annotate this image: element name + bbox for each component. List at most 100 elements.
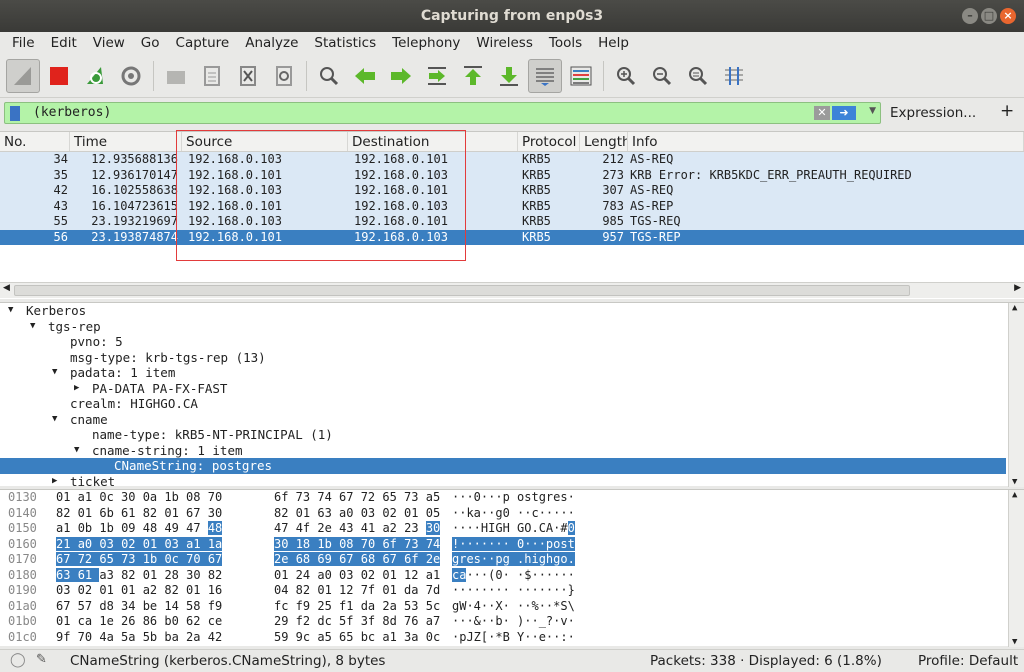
hex-ascii[interactable]: ···0···p ostgres· <box>452 490 575 506</box>
detail-tree-item[interactable]: ▼ Kerberos <box>0 303 1006 319</box>
expression-button[interactable]: Expression... <box>890 105 976 121</box>
bookmark-icon[interactable] <box>10 106 20 121</box>
hex-ascii[interactable]: ··ka··g0 ··c····· <box>452 506 575 522</box>
scroll-left-icon[interactable]: ◀ <box>3 283 10 293</box>
packet-row[interactable]: 35 12.936170147 192.168.0.101 192.168.0.103… <box>0 167 1024 183</box>
detail-tree-item[interactable]: ▼ padata: 1 item <box>0 365 1006 381</box>
hex-bytes[interactable]: 29 f2 dc 5f 3f 8d 76 a7 <box>274 614 440 630</box>
column-info[interactable]: Info <box>628 132 1024 151</box>
go-last-packet-icon[interactable] <box>492 59 526 93</box>
find-packet-icon[interactable] <box>312 59 346 93</box>
hex-bytes[interactable]: 04 82 01 12 7f 01 da 7d <box>274 583 440 599</box>
hex-bytes[interactable]: fc f9 25 f1 da 2a 53 5c <box>274 599 440 615</box>
hex-ascii[interactable]: gres··pg .highgo. <box>452 552 575 568</box>
clear-filter-icon[interactable]: ✕ <box>814 106 830 120</box>
auto-scroll-icon[interactable] <box>528 58 562 93</box>
packet-row[interactable]: 55 23.193219697 192.168.0.103 192.168.0.101… <box>0 214 1024 230</box>
detail-tree-item[interactable]: name-type: kRB5-NT-PRINCIPAL (1) <box>0 427 1006 443</box>
scroll-down-icon[interactable]: ▼ <box>1012 477 1017 487</box>
maximize-icon[interactable]: □ <box>981 8 997 24</box>
hex-ascii[interactable]: !······· 0···post <box>452 536 575 553</box>
hex-ascii[interactable]: gW·4··X· ··%··*S\ <box>452 599 575 615</box>
menu-capture[interactable]: Capture <box>168 32 238 54</box>
expand-down-icon[interactable]: ▼ <box>52 412 57 428</box>
packet-row[interactable]: 42 16.102558638 192.168.0.103 192.168.0.101… <box>0 183 1024 199</box>
chevron-down-icon[interactable]: ▼ <box>869 106 876 116</box>
capture-options-icon[interactable] <box>114 59 148 93</box>
menu-edit[interactable]: Edit <box>43 32 85 54</box>
hex-bytes[interactable]: 6f 73 74 67 72 65 73 a5 <box>274 490 440 506</box>
detail-tree-item[interactable]: pvno: 5 <box>0 334 1006 350</box>
packet-row[interactable]: 56 23.193874874 192.168.0.101 192.168.0.103… <box>0 229 1024 245</box>
zoom-normal-icon[interactable] <box>681 59 715 93</box>
restart-capture-icon[interactable] <box>78 59 112 93</box>
packet-list-hscrollbar[interactable]: ◀ ▶ <box>0 282 1024 298</box>
shark-fin-start-icon[interactable] <box>6 58 40 93</box>
detail-tree-item[interactable]: crealm: HIGHGO.CA <box>0 396 1006 412</box>
menu-statistics[interactable]: Statistics <box>306 32 384 54</box>
close-file-icon[interactable] <box>231 59 265 93</box>
go-to-packet-icon[interactable] <box>420 59 454 93</box>
menu-file[interactable]: File <box>4 32 43 54</box>
minimize-icon[interactable]: – <box>962 8 978 24</box>
display-filter-input[interactable]: (kerberos) ✕ ➜ ▼ <box>4 102 881 124</box>
hex-ascii[interactable]: ca···(0· ·$······ <box>452 567 575 584</box>
column-destination[interactable]: Destination <box>348 132 518 151</box>
hex-bytes[interactable]: 21 a0 03 02 01 03 a1 1a <box>56 536 223 553</box>
hex-bytes[interactable]: 01 ca 1e 26 86 b0 62 ce <box>56 614 222 630</box>
expand-right-icon[interactable]: ▶ <box>74 381 79 397</box>
close-icon[interactable]: × <box>1000 8 1016 24</box>
save-file-icon[interactable] <box>195 59 229 93</box>
hex-bytes[interactable]: a1 0b 1b 09 48 49 47 48 <box>56 521 223 537</box>
colorize-icon[interactable] <box>564 59 598 93</box>
go-first-packet-icon[interactable] <box>456 59 490 93</box>
go-back-icon[interactable] <box>348 59 382 93</box>
menu-analyze[interactable]: Analyze <box>237 32 306 54</box>
menu-view[interactable]: View <box>85 32 133 54</box>
hex-ascii[interactable]: ····HIGH GO.CA·#0 <box>452 521 575 537</box>
scroll-right-icon[interactable]: ▶ <box>1014 283 1021 293</box>
resize-columns-icon[interactable] <box>717 59 751 93</box>
detail-tree-item[interactable]: ▼ cname <box>0 412 1006 428</box>
expert-info-icon[interactable]: ◯ <box>10 652 26 668</box>
hex-bytes[interactable]: 03 02 01 01 a2 82 01 16 <box>56 583 222 599</box>
scroll-up-icon[interactable]: ▲ <box>1012 490 1017 500</box>
zoom-out-icon[interactable] <box>645 59 679 93</box>
add-filter-button[interactable]: + <box>1000 101 1014 121</box>
detail-tree-item[interactable]: ▶ PA-DATA PA-FX-FAST <box>0 381 1006 397</box>
detail-tree-item[interactable]: ▼ tgs-rep <box>0 319 1006 335</box>
hex-bytes[interactable]: 82 01 63 a0 03 02 01 05 <box>274 506 440 522</box>
menu-wireless[interactable]: Wireless <box>468 32 541 54</box>
hex-bytes[interactable]: 30 18 1b 08 70 6f 73 74 <box>274 536 441 553</box>
details-vscrollbar[interactable]: ▲ ▼ <box>1008 303 1024 487</box>
hex-bytes[interactable]: 01 24 a0 03 02 01 12 a1 <box>274 568 440 584</box>
column-source[interactable]: Source <box>182 132 348 151</box>
hex-bytes[interactable]: 63 61 a3 82 01 28 30 82 <box>56 567 222 584</box>
scroll-up-icon[interactable]: ▲ <box>1012 303 1017 313</box>
column-time[interactable]: Time <box>70 132 182 151</box>
bytes-vscrollbar[interactable]: ▲ ▼ <box>1008 490 1024 647</box>
scroll-thumb[interactable] <box>14 285 910 296</box>
hex-bytes[interactable]: 2e 68 69 67 68 67 6f 2e <box>274 552 441 568</box>
reload-file-icon[interactable] <box>267 59 301 93</box>
hex-ascii[interactable]: ···&··b· )··_?·v· <box>452 614 575 630</box>
edit-comment-icon[interactable]: ✎ <box>36 652 47 667</box>
expand-down-icon[interactable]: ▼ <box>74 443 79 459</box>
hex-bytes[interactable]: 59 9c a5 65 bc a1 3a 0c <box>274 630 440 646</box>
column-protocol[interactable]: Protocol <box>518 132 580 151</box>
menu-help[interactable]: Help <box>590 32 637 54</box>
hex-bytes[interactable]: 47 4f 2e 43 41 a2 23 30 <box>274 521 441 537</box>
expand-right-icon[interactable]: ▶ <box>52 474 57 490</box>
hex-ascii[interactable]: ········ ·······} <box>452 583 575 599</box>
hex-bytes[interactable]: 82 01 6b 61 82 01 67 30 <box>56 506 222 522</box>
scroll-down-icon[interactable]: ▼ <box>1012 637 1017 647</box>
menu-go[interactable]: Go <box>133 32 168 54</box>
menu-tools[interactable]: Tools <box>541 32 590 54</box>
detail-tree-item[interactable]: ▼ cname-string: 1 item <box>0 443 1006 459</box>
status-profile[interactable]: Profile: Default <box>918 653 1018 669</box>
expand-down-icon[interactable]: ▼ <box>30 319 35 335</box>
detail-tree-item[interactable]: msg-type: krb-tgs-rep (13) <box>0 350 1006 366</box>
packet-row[interactable]: 43 16.104723615 192.168.0.101 192.168.0.103… <box>0 198 1024 214</box>
stop-capture-icon[interactable] <box>42 59 76 93</box>
hex-ascii[interactable]: ·pJZ[·*B Y··e··:· <box>452 630 575 646</box>
